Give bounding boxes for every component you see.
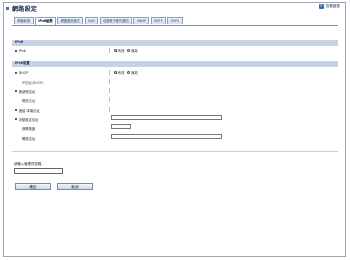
prefix-length-input[interactable]	[111, 124, 131, 130]
bullet-icon	[15, 90, 18, 93]
row-ip-dhcp: IP位址(DHCP)	[12, 78, 338, 85]
row-prefix-length: 首碼長度	[12, 124, 338, 131]
column-divider	[109, 48, 110, 53]
admin-password-label: 請輸入管理員密碼。	[14, 162, 45, 166]
dhcp-disable-option[interactable]: 無效	[127, 70, 138, 75]
stateless-address-label: 無狀態位址	[18, 89, 36, 94]
section-ipv6-header: IPv6	[12, 40, 338, 46]
column-divider	[109, 88, 110, 93]
ok-button[interactable]: 確定	[15, 183, 51, 190]
prefix-length-label: 首碼長度	[22, 126, 36, 131]
radio-selected-icon[interactable]	[114, 49, 117, 53]
bullet-icon	[15, 49, 18, 52]
tab-network-status[interactable]: 網路狀態	[14, 17, 34, 24]
tab-divider	[12, 25, 338, 26]
tab-ipv6-config[interactable]: IPv6組態	[34, 17, 56, 25]
manual-address-label: 手動設定位址	[18, 117, 39, 122]
bullet-icon	[15, 71, 18, 74]
cancel-button[interactable]: 取消	[57, 183, 93, 190]
dhcp-enable-option[interactable]: 有效	[114, 70, 124, 75]
column-divider	[109, 97, 110, 102]
row-manual-address: 手動設定位址	[12, 115, 338, 122]
row-stateless-address: 無狀態位址	[12, 87, 338, 94]
help-label: 查看變更	[325, 4, 340, 8]
form-divider	[12, 151, 338, 152]
section-ipv6-settings-header: IPv6設置	[12, 61, 338, 67]
row-gateway-address: 閘道位址	[12, 96, 338, 103]
row-gateway: 閘道位址	[12, 134, 338, 141]
row-dhcp: DHCP 有效 無效	[12, 69, 338, 76]
ipv6-enable-option[interactable]: 有效	[114, 48, 124, 53]
gateway-label: 閘道位址	[22, 136, 36, 141]
gateway-address-label: 閘道位址	[22, 98, 36, 103]
tab-bar: 網路狀態 IPv6組態 網路應用程式 DNS 自動電子郵件通知 SNMP SMT…	[14, 17, 183, 25]
row-link-local-address: 連結-本端位址	[12, 106, 338, 113]
bullet-icon	[15, 109, 18, 112]
manual-address-input[interactable]	[111, 115, 222, 121]
radio-unselected-icon[interactable]	[127, 49, 131, 53]
column-divider	[109, 70, 110, 75]
dhcp-radio-group: 有效 無效	[114, 70, 138, 75]
bullet-icon	[15, 118, 18, 121]
row-ipv6: IPv6 有效 無效	[12, 47, 338, 54]
ipv6-label: IPv6	[18, 48, 26, 53]
tab-auto-email[interactable]: 自動電子郵件通知	[99, 17, 132, 24]
ipv6-radio-group: 有效 無效	[114, 48, 138, 53]
ip-dhcp-label: IP位址(DHCP)	[22, 80, 44, 85]
ipv6-disable-option[interactable]: 無效	[127, 48, 138, 53]
tab-network-application[interactable]: 網路應用程式	[57, 17, 84, 24]
radio-selected-icon[interactable]	[114, 71, 117, 75]
help-link[interactable]: ? 查看變更	[318, 4, 340, 9]
radio-unselected-icon[interactable]	[127, 71, 131, 75]
column-divider	[109, 79, 110, 84]
title-bar: 網路設定	[6, 3, 37, 13]
gateway-input[interactable]	[111, 134, 222, 140]
admin-password-input[interactable]	[14, 168, 63, 174]
tab-smtp[interactable]: SMTP	[150, 17, 167, 24]
dhcp-label: DHCP	[18, 70, 28, 75]
title-marker-icon	[6, 6, 9, 10]
column-divider	[109, 107, 110, 112]
page-title: 網路設定	[12, 5, 38, 13]
link-local-address-label: 連結-本端位址	[18, 108, 40, 113]
help-icon: ?	[318, 4, 324, 9]
tab-dns[interactable]: DNS	[84, 17, 99, 24]
tab-pop3[interactable]: POP3	[167, 17, 183, 24]
tab-snmp[interactable]: SNMP	[133, 17, 150, 24]
